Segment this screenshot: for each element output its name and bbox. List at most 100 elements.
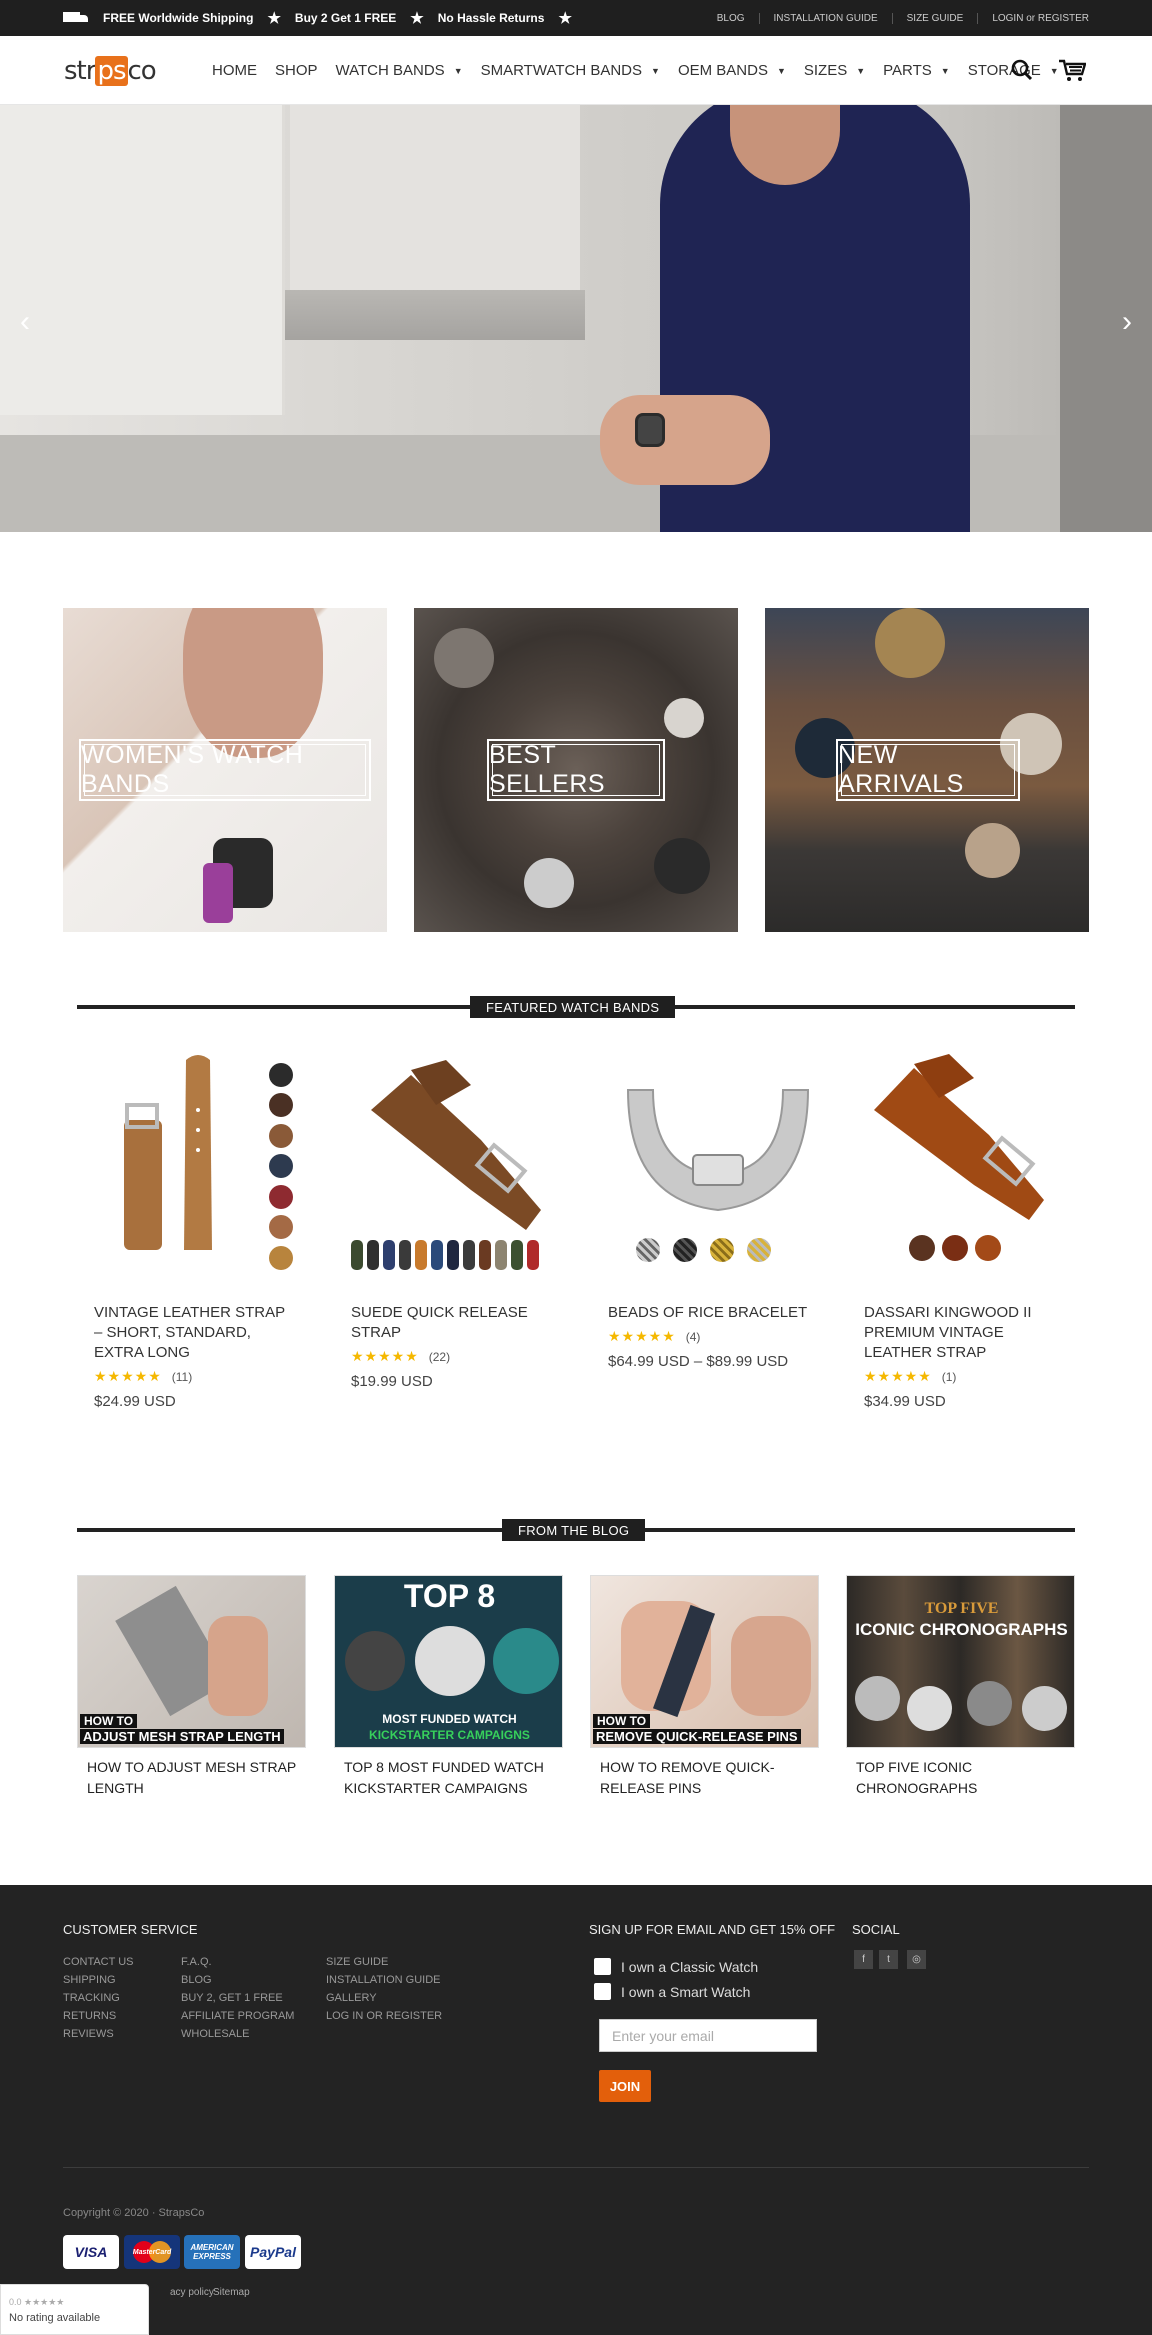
top-link-installation-guide[interactable]: INSTALLATION GUIDE xyxy=(758,12,892,24)
privacy-policy-link[interactable]: acy policy xyxy=(170,2287,214,2298)
cart-icon[interactable] xyxy=(1058,58,1086,82)
nav-home[interactable]: HOME xyxy=(212,62,257,79)
product-image[interactable] xyxy=(608,1050,828,1270)
google-rating-badge[interactable]: 0.0 ★★★★★ No rating available xyxy=(0,2284,149,2335)
footer-link[interactable]: LOG IN OR REGISTER xyxy=(326,2007,442,2025)
instagram-icon[interactable]: ◎ xyxy=(907,1950,926,1969)
footer-link[interactable]: CONTACT US xyxy=(63,1953,134,1971)
footer-link[interactable]: INSTALLATION GUIDE xyxy=(326,1971,442,1989)
blog-thumb-art xyxy=(855,1676,900,1721)
smart-watch-checkbox[interactable]: I own a Smart Watch xyxy=(594,1983,750,2000)
color-swatch[interactable] xyxy=(269,1246,293,1270)
promo-strip: FREE Worldwide Shipping ★ Buy 2 Get 1 FR… xyxy=(63,0,572,36)
color-swatch[interactable] xyxy=(909,1235,935,1261)
caret-down-icon: ▼ xyxy=(856,65,866,76)
color-swatch[interactable] xyxy=(673,1238,697,1262)
nav-sizes[interactable]: SIZES ▼ xyxy=(804,62,865,79)
color-swatch[interactable] xyxy=(747,1238,771,1262)
color-swatch[interactable] xyxy=(269,1154,293,1178)
footer-link[interactable]: BUY 2, GET 1 FREE xyxy=(181,1989,294,2007)
product-name[interactable]: DASSARI KINGWOOD II PREMIUM VINTAGE LEAT… xyxy=(864,1303,1064,1363)
color-swatch[interactable] xyxy=(447,1240,459,1270)
product-name[interactable]: SUEDE QUICK RELEASE STRAP xyxy=(351,1303,551,1343)
email-input[interactable]: Enter your email xyxy=(599,2019,817,2052)
nav-parts[interactable]: PARTS ▼ xyxy=(883,62,950,79)
checkbox[interactable] xyxy=(594,1958,611,1975)
logo[interactable]: strpsco xyxy=(64,56,157,86)
footer-link[interactable]: SHIPPING xyxy=(63,1971,134,1989)
product-name[interactable]: VINTAGE LEATHER STRAP – SHORT, STANDARD,… xyxy=(94,1303,294,1363)
color-swatch[interactable] xyxy=(399,1240,411,1270)
star-icon: ★ xyxy=(267,10,281,27)
footer-link[interactable]: RETURNS xyxy=(63,2007,134,2025)
nav-oem-bands[interactable]: OEM BANDS ▼ xyxy=(678,62,786,79)
footer-links-col-2: F.A.Q. BLOG BUY 2, GET 1 FREE AFFILIATE … xyxy=(181,1953,294,2043)
search-icon[interactable] xyxy=(1011,59,1033,81)
color-swatch[interactable] xyxy=(269,1093,293,1117)
blog-thumbnail[interactable]: TOP FIVE ICONIC CHRONOGRAPHS xyxy=(846,1575,1075,1748)
color-swatch[interactable] xyxy=(269,1185,293,1209)
hero-model xyxy=(600,395,770,485)
color-swatch[interactable] xyxy=(351,1240,363,1270)
tile-image xyxy=(203,863,233,923)
chevron-left-icon[interactable]: ‹ xyxy=(20,305,30,339)
footer-link[interactable]: BLOG xyxy=(181,1971,294,1989)
footer-link[interactable]: TRACKING xyxy=(63,1989,134,2007)
nav-smartwatch-bands[interactable]: SMARTWATCH BANDS ▼ xyxy=(481,62,660,79)
color-swatch[interactable] xyxy=(527,1240,539,1270)
product-name[interactable]: BEADS OF RICE BRACELET xyxy=(608,1303,808,1323)
product-image[interactable] xyxy=(864,1050,1084,1270)
color-swatch[interactable] xyxy=(636,1238,660,1262)
blog-thumb-art xyxy=(493,1628,559,1694)
join-button[interactable]: JOIN xyxy=(599,2070,651,2102)
blog-thumbnail[interactable]: TOP 8 MOST FUNDED WATCH KICKSTARTER CAMP… xyxy=(334,1575,563,1748)
blog-heading: FROM THE BLOG xyxy=(77,1519,1075,1541)
color-swatch[interactable] xyxy=(463,1240,475,1270)
blog-title[interactable]: TOP FIVE ICONIC CHRONOGRAPHS xyxy=(856,1757,1066,1799)
blog-thumbnail[interactable]: HOW TO ADJUST MESH STRAP LENGTH xyxy=(77,1575,306,1748)
footer-link[interactable]: WHOLESALE xyxy=(181,2025,294,2043)
category-tile-best-sellers[interactable]: BEST SELLERS xyxy=(414,608,738,932)
color-swatch[interactable] xyxy=(383,1240,395,1270)
blog-title[interactable]: HOW TO ADJUST MESH STRAP LENGTH xyxy=(87,1757,297,1799)
color-swatch[interactable] xyxy=(511,1240,523,1270)
blog-title[interactable]: HOW TO REMOVE QUICK-RELEASE PINS xyxy=(600,1757,810,1799)
footer-link[interactable]: SIZE GUIDE xyxy=(326,1953,442,1971)
product-image[interactable] xyxy=(351,1050,571,1270)
nav-watch-bands[interactable]: WATCH BANDS ▼ xyxy=(336,62,463,79)
color-swatch[interactable] xyxy=(710,1238,734,1262)
color-swatch[interactable] xyxy=(269,1215,293,1239)
footer-link[interactable]: F.A.Q. xyxy=(181,1953,294,1971)
footer: CUSTOMER SERVICE CONTACT US SHIPPING TRA… xyxy=(0,1885,1152,2335)
classic-watch-checkbox[interactable]: I own a Classic Watch xyxy=(594,1958,758,1975)
footer-link[interactable]: REVIEWS xyxy=(63,2025,134,2043)
top-link-blog[interactable]: BLOG xyxy=(703,13,759,24)
sitemap-link[interactable]: Sitemap xyxy=(213,2287,250,2298)
footer-link[interactable]: AFFILIATE PROGRAM xyxy=(181,2007,294,2025)
nav-shop[interactable]: SHOP xyxy=(275,62,318,79)
top-link-login[interactable]: LOGIN or REGISTER xyxy=(977,12,1089,24)
blog-title[interactable]: TOP 8 MOST FUNDED WATCH KICKSTARTER CAMP… xyxy=(344,1757,554,1799)
hero-slider[interactable]: ‹ › xyxy=(0,105,1152,532)
category-tile-new-arrivals[interactable]: NEW ARRIVALS xyxy=(765,608,1089,932)
color-swatch[interactable] xyxy=(942,1235,968,1261)
facebook-icon[interactable]: f xyxy=(854,1950,873,1969)
blog-thumbnail[interactable]: HOW TO REMOVE QUICK-RELEASE PINS xyxy=(590,1575,819,1748)
footer-link[interactable]: GALLERY xyxy=(326,1989,442,2007)
checkbox[interactable] xyxy=(594,1983,611,2000)
chevron-right-icon[interactable]: › xyxy=(1122,305,1132,339)
color-swatch[interactable] xyxy=(431,1240,443,1270)
color-swatch[interactable] xyxy=(495,1240,507,1270)
color-swatch[interactable] xyxy=(269,1063,293,1087)
color-swatch[interactable] xyxy=(415,1240,427,1270)
blog-caption: ADJUST MESH STRAP LENGTH xyxy=(80,1729,284,1744)
twitter-icon[interactable]: t xyxy=(879,1950,898,1969)
star-icon: ★★★★★ xyxy=(351,1348,419,1364)
color-swatch[interactable] xyxy=(975,1235,1001,1261)
color-swatch[interactable] xyxy=(269,1124,293,1148)
product-rating: ★★★★★ (4) xyxy=(608,1328,701,1344)
category-tile-womens[interactable]: WOMEN'S WATCH BANDS xyxy=(63,608,387,932)
color-swatch[interactable] xyxy=(479,1240,491,1270)
color-swatch[interactable] xyxy=(367,1240,379,1270)
top-link-size-guide[interactable]: SIZE GUIDE xyxy=(891,12,978,24)
